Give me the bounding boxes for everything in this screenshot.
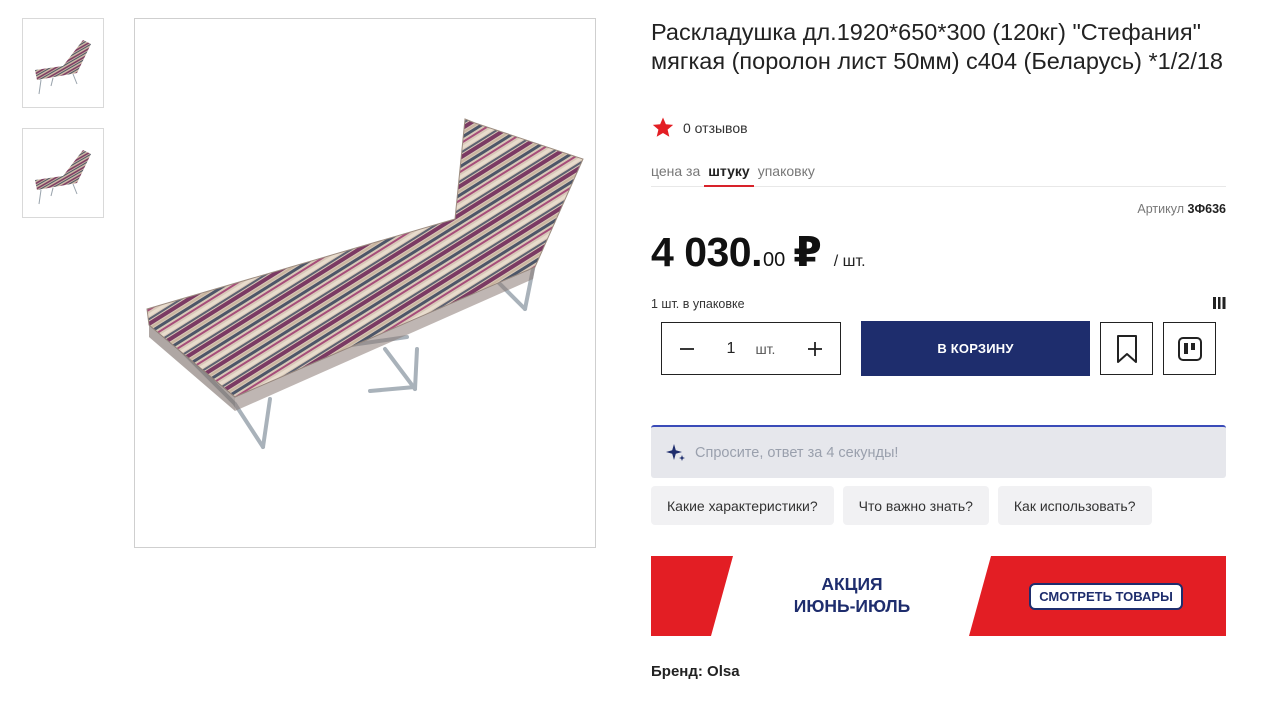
sku: Артикул 3Ф636 (1137, 202, 1226, 216)
cot-thumbnail-image (35, 40, 91, 95)
ask-question-input[interactable]: Спросите, ответ за 4 секунды! (651, 425, 1226, 478)
compare-button[interactable] (1163, 322, 1216, 375)
promo-banner[interactable]: АКЦИЯ ИЮНЬ-ИЮЛЬ СМОТРЕТЬ ТОВАРЫ (651, 556, 1226, 636)
compare-icon (1177, 336, 1202, 361)
promo-line-1: АКЦИЯ (821, 574, 883, 594)
pack-info: 1 шт. в упаковке (651, 297, 745, 311)
question-chips: Какие характеристики? Что важно знать? К… (651, 486, 1152, 525)
price-unit-tabs: цена за штуку упаковку (651, 160, 1226, 187)
promo-title: АКЦИЯ ИЮНЬ-ИЮЛЬ (781, 573, 923, 617)
thumbnail-1[interactable] (22, 18, 104, 108)
ask-placeholder: Спросите, ответ за 4 секунды! (695, 444, 899, 461)
product-title: Раскладушка дл.1920*650*300 (120кг) "Сте… (651, 19, 1223, 74)
barcode-icon[interactable] (1212, 297, 1226, 309)
price: 4 030. 00 ₽ / шт. (651, 228, 866, 276)
tab-per-package[interactable]: упаковку (754, 160, 819, 187)
sparkle-icon (666, 443, 685, 461)
promo-line-2: ИЮНЬ-ИЮЛЬ (793, 596, 911, 616)
chip-characteristics[interactable]: Какие характеристики? (651, 486, 834, 525)
sku-label: Артикул (1137, 202, 1185, 216)
plus-icon (807, 341, 822, 356)
quantity-display[interactable]: 1 шт. (727, 340, 776, 358)
quantity-unit: шт. (755, 340, 776, 357)
cot-thumbnail-image (35, 150, 91, 205)
chip-how-to-use[interactable]: Как использовать? (997, 486, 1152, 525)
reviews-link[interactable]: 0 отзывов (651, 116, 748, 139)
increase-quantity-button[interactable] (804, 338, 826, 360)
price-main: 4 030. (651, 229, 763, 275)
product-main-image[interactable] (134, 18, 596, 548)
decrease-quantity-button[interactable] (676, 338, 698, 360)
reviews-count: 0 отзывов (683, 119, 748, 136)
view-products-button[interactable]: СМОТРЕТЬ ТОВАРЫ (1029, 583, 1183, 610)
chip-important-to-know[interactable]: Что важно знать? (842, 486, 989, 525)
quantity-value: 1 (726, 339, 736, 357)
folding-cot-image (146, 118, 584, 449)
sku-value: 3Ф636 (1187, 202, 1226, 216)
price-currency: ₽ (793, 229, 822, 275)
price-per-label: цена за (651, 163, 701, 179)
add-to-cart-button[interactable]: В КОРЗИНУ (861, 321, 1090, 376)
add-to-favorites-button[interactable] (1100, 322, 1153, 375)
brand: Бренд: Olsa (651, 663, 740, 680)
quantity-stepper: 1 шт. (661, 322, 841, 375)
thumbnail-2[interactable] (22, 128, 104, 218)
price-unit: / шт. (833, 253, 866, 270)
minus-icon (680, 347, 694, 350)
bookmark-icon (1116, 334, 1137, 363)
tab-per-piece[interactable]: штуку (704, 160, 754, 187)
star-icon (652, 117, 674, 137)
price-cents: 00 (763, 249, 786, 271)
